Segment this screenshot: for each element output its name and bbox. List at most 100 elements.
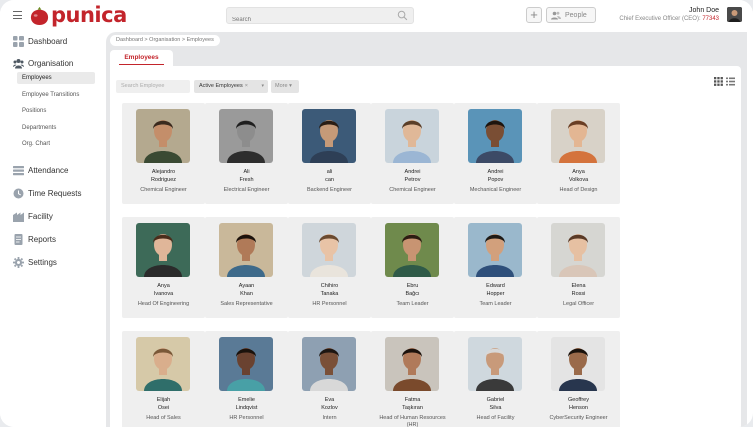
top-bar: punica + People John Doe Chief Executive… — [0, 0, 753, 32]
hamburger-menu-icon[interactable] — [13, 11, 22, 19]
employee-first-name: Andrei — [404, 169, 421, 175]
sidebar-subitem-positions[interactable]: Positions — [17, 105, 95, 117]
employee-first-name: Andrei — [487, 169, 504, 175]
sidebar-item-time-requests[interactable]: Time Requests — [13, 186, 82, 200]
employee-title: Head of Facility — [476, 415, 515, 421]
app-window: punica + People John Doe Chief Executive… — [0, 0, 753, 427]
employee-last-name: Ivanova — [153, 291, 174, 297]
employee-card[interactable]: Geoffrey Henson CyberSecurity Engineer — [537, 331, 620, 427]
employee-photo — [468, 337, 522, 391]
employee-photo — [219, 223, 273, 277]
add-button[interactable]: + — [526, 7, 542, 23]
user-avatar-image — [727, 7, 742, 22]
sidebar-label-dashboard: Dashboard — [28, 36, 68, 46]
clear-filter-icon[interactable]: × — [245, 83, 248, 89]
chevron-down-icon: ▾ — [261, 83, 264, 89]
sidebar-item-facility[interactable]: Facility — [13, 209, 53, 223]
employee-card[interactable]: ali can Backend Engineer — [288, 103, 371, 204]
employee-card[interactable]: Edward Hopper Team Leader — [454, 217, 537, 318]
sidebar-item-reports[interactable]: Reports — [13, 232, 56, 246]
employee-card[interactable]: Fatma Taşkıran Head of Human Resources (HR… — [371, 331, 454, 427]
employee-card[interactable]: Ebru Bağcı Team Leader — [371, 217, 454, 318]
employee-title: CyberSecurity Engineer — [549, 415, 608, 421]
more-filter[interactable]: More ▾ — [271, 80, 299, 93]
employee-title: Backend Engineer — [307, 187, 352, 193]
people-icon — [551, 11, 561, 19]
sidebar-subitem-org-chart[interactable]: Org. Chart — [17, 138, 95, 150]
employee-first-name: Fatma — [404, 397, 421, 403]
employee-card[interactable]: Andrei Petrov Chemical Engineer — [371, 103, 454, 204]
employee-search-input[interactable]: Search Employee — [116, 80, 190, 93]
sidebar-subitem-employee-transitions[interactable]: Employee Transitions — [17, 89, 95, 101]
sidebar-label-facility: Facility — [28, 211, 53, 221]
sidebar-label-organisation: Organisation — [28, 58, 74, 68]
app-logo[interactable]: punica — [29, 3, 127, 27]
employee-card[interactable]: Andrei Popov Mechanical Engineer — [454, 103, 537, 204]
sidebar-item-organisation[interactable]: Organisation — [13, 56, 73, 70]
employee-first-name: Elijah — [156, 397, 171, 403]
employee-title: Sales Representative — [220, 301, 273, 307]
employee-photo — [136, 337, 190, 391]
employee-card[interactable]: Gabriel Silva Head of Facility — [454, 331, 537, 427]
employee-photo — [385, 337, 439, 391]
employee-first-name: Anya — [157, 283, 170, 289]
employee-card[interactable]: Eva Kozlov Intern — [288, 331, 371, 427]
employee-card[interactable]: Elijah Osei Head of Sales — [122, 331, 205, 427]
employee-first-name: Emelie — [238, 397, 255, 403]
employee-first-name: Geoffrey — [568, 397, 589, 403]
employee-first-name: Edward — [486, 283, 505, 289]
employee-photo — [219, 337, 273, 391]
status-filter[interactable]: Active Employees × ▾ — [194, 80, 268, 93]
employee-photo — [136, 223, 190, 277]
employee-photo — [385, 109, 439, 163]
sidebar-item-settings[interactable]: Settings — [13, 255, 57, 269]
people-label: People — [565, 11, 587, 19]
list-view-icon[interactable] — [726, 77, 735, 86]
employee-title: HR Personnel — [229, 415, 264, 421]
employee-card[interactable]: Alejandro Rodriguez Chemical Engineer — [122, 103, 205, 204]
employee-photo — [302, 109, 356, 163]
sidebar-label-reports: Reports — [28, 234, 57, 244]
employee-last-name: Popov — [487, 177, 504, 183]
employee-last-name: can — [325, 177, 334, 183]
search-icon[interactable] — [397, 10, 408, 21]
employee-card[interactable]: Chihiro Tanaka HR Personnel — [288, 217, 371, 318]
reports-icon — [14, 233, 23, 245]
user-avatar[interactable] — [727, 7, 742, 22]
global-search[interactable] — [226, 7, 414, 28]
tab-employees[interactable]: Employees — [110, 50, 173, 66]
employee-last-name: Kozlov — [321, 405, 338, 411]
breadcrumb[interactable]: Dashboard > Organisation > Employees — [110, 35, 220, 46]
employee-card[interactable]: Elena Rossi Legal Officer — [537, 217, 620, 318]
attendance-icon — [13, 165, 24, 175]
employee-photo — [385, 223, 439, 277]
employee-card[interactable]: Emelie Lindqvist HR Personnel — [205, 331, 288, 427]
people-button[interactable]: People — [546, 7, 596, 23]
employee-title: Chemical Engineer — [140, 187, 187, 193]
clock-icon — [13, 188, 24, 198]
employee-photo — [136, 109, 190, 163]
sidebar-item-dashboard[interactable]: Dashboard — [13, 34, 67, 48]
employee-title: Intern — [322, 415, 337, 421]
employee-last-name: Rodriguez — [150, 177, 177, 183]
employee-title: Mechanical Engineer — [469, 187, 522, 193]
sidebar-label-attendance: Attendance — [28, 165, 69, 175]
employee-card[interactable]: Ayaan Khan Sales Representative — [205, 217, 288, 318]
employee-first-name: Ali — [243, 169, 250, 175]
search-input[interactable] — [227, 12, 387, 28]
sidebar-item-attendance[interactable]: Attendance — [13, 163, 68, 177]
user-name[interactable]: John Doe — [689, 7, 719, 14]
user-role-text: Chief Executive Officer (CEO): — [619, 16, 701, 22]
employee-title: Head Of Engineering — [137, 301, 190, 307]
user-id: 77343 — [702, 16, 719, 22]
sidebar-subitem-departments[interactable]: Departments — [17, 122, 95, 134]
grid-view-icon[interactable] — [714, 77, 723, 86]
employee-card[interactable]: Anya Ivanova Head Of Engineering — [122, 217, 205, 318]
brand-name: punica — [51, 3, 127, 27]
employee-last-name: Henson — [569, 405, 588, 411]
employee-card[interactable]: Ali Fresh Electrical Engineer — [205, 103, 288, 204]
employee-title: HR Personnel — [312, 301, 347, 307]
employee-card[interactable]: Anya Volkova Head of Design — [537, 103, 620, 204]
sidebar-subitem-employees[interactable]: Employees — [17, 72, 95, 84]
employee-title: Head of Design — [559, 187, 598, 193]
